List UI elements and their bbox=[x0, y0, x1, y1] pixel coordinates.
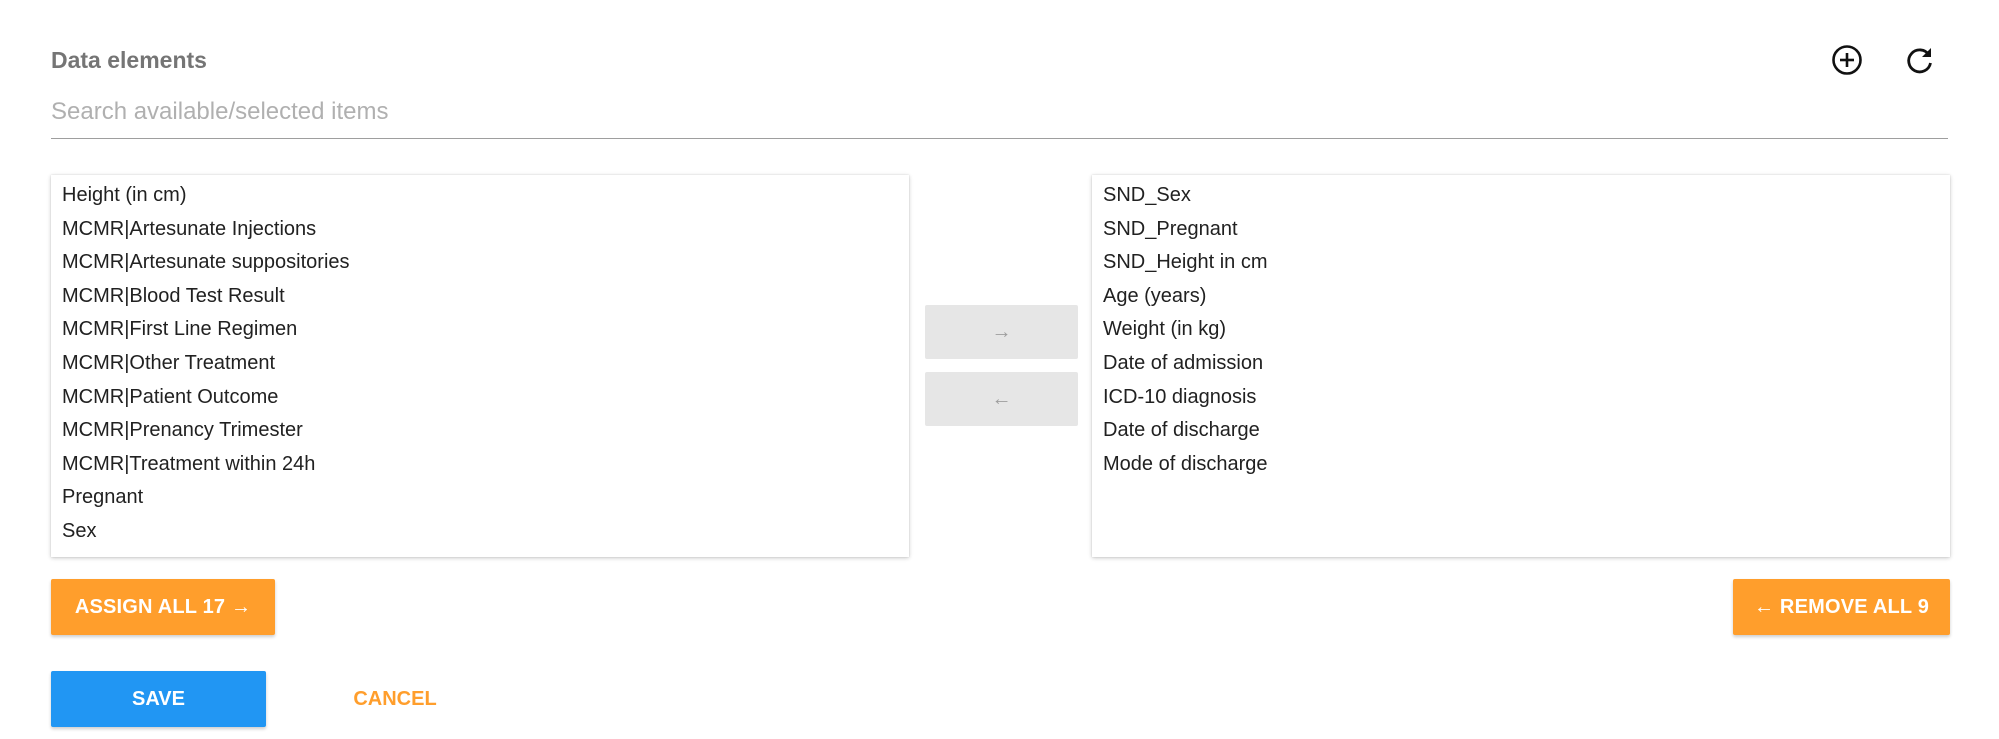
selected-item[interactable]: Weight (in kg) bbox=[1092, 313, 1950, 347]
refresh-button[interactable] bbox=[1900, 40, 1940, 80]
selected-item[interactable]: Age (years) bbox=[1092, 280, 1950, 314]
arrow-left-icon: ← bbox=[991, 387, 1012, 410]
available-item[interactable]: Height (in cm) bbox=[51, 179, 909, 213]
available-item[interactable]: MCMR|Artesunate suppositories bbox=[51, 246, 909, 280]
available-item[interactable]: Sex bbox=[51, 515, 909, 549]
selected-items-list[interactable]: SND_Sex SND_Pregnant SND_Height in cm Ag… bbox=[1092, 175, 1950, 557]
search-input[interactable] bbox=[51, 92, 1948, 132]
selected-item[interactable]: ICD-10 diagnosis bbox=[1092, 381, 1950, 415]
available-item[interactable]: MCMR|Artesunate Injections bbox=[51, 213, 909, 247]
selected-item[interactable]: SND_Pregnant bbox=[1092, 213, 1950, 247]
assign-all-button[interactable]: ASSIGN ALL 17 → bbox=[51, 579, 275, 635]
selected-item[interactable]: Mode of discharge bbox=[1092, 448, 1950, 482]
add-button[interactable] bbox=[1827, 40, 1867, 80]
available-item[interactable]: MCMR|Patient Outcome bbox=[51, 381, 909, 415]
available-item[interactable]: MCMR|Blood Test Result bbox=[51, 280, 909, 314]
cancel-button[interactable]: CANCEL bbox=[330, 671, 460, 727]
available-item[interactable]: MCMR|First Line Regimen bbox=[51, 313, 909, 347]
section-title: Data elements bbox=[51, 47, 207, 73]
available-items-list[interactable]: Height (in cm) MCMR|Artesunate Injection… bbox=[51, 175, 909, 557]
remove-all-button[interactable]: ← REMOVE ALL 9 bbox=[1733, 579, 1950, 635]
available-item[interactable]: Pregnant bbox=[51, 481, 909, 515]
selected-item[interactable]: SND_Height in cm bbox=[1092, 246, 1950, 280]
save-button[interactable]: SAVE bbox=[51, 671, 266, 727]
available-item[interactable]: MCMR|Prenancy Trimester bbox=[51, 414, 909, 448]
assign-selected-button[interactable]: → bbox=[925, 305, 1078, 359]
available-item[interactable]: MCMR|Treatment within 24h bbox=[51, 448, 909, 482]
selected-item[interactable]: Date of admission bbox=[1092, 347, 1950, 381]
arrow-right-icon: → bbox=[991, 320, 1012, 343]
available-item[interactable]: SND_Age bbox=[51, 549, 909, 557]
remove-selected-button[interactable]: ← bbox=[925, 372, 1078, 426]
selected-item[interactable]: Date of discharge bbox=[1092, 414, 1950, 448]
search-field bbox=[51, 92, 1948, 139]
selected-item[interactable]: SND_Sex bbox=[1092, 179, 1950, 213]
refresh-icon bbox=[1907, 48, 1932, 74]
plus-circle-icon bbox=[1832, 45, 1862, 75]
available-item[interactable]: MCMR|Other Treatment bbox=[51, 347, 909, 381]
data-elements-selector: Data elements Height (in cm) MCMR|Artesu… bbox=[0, 0, 1999, 739]
